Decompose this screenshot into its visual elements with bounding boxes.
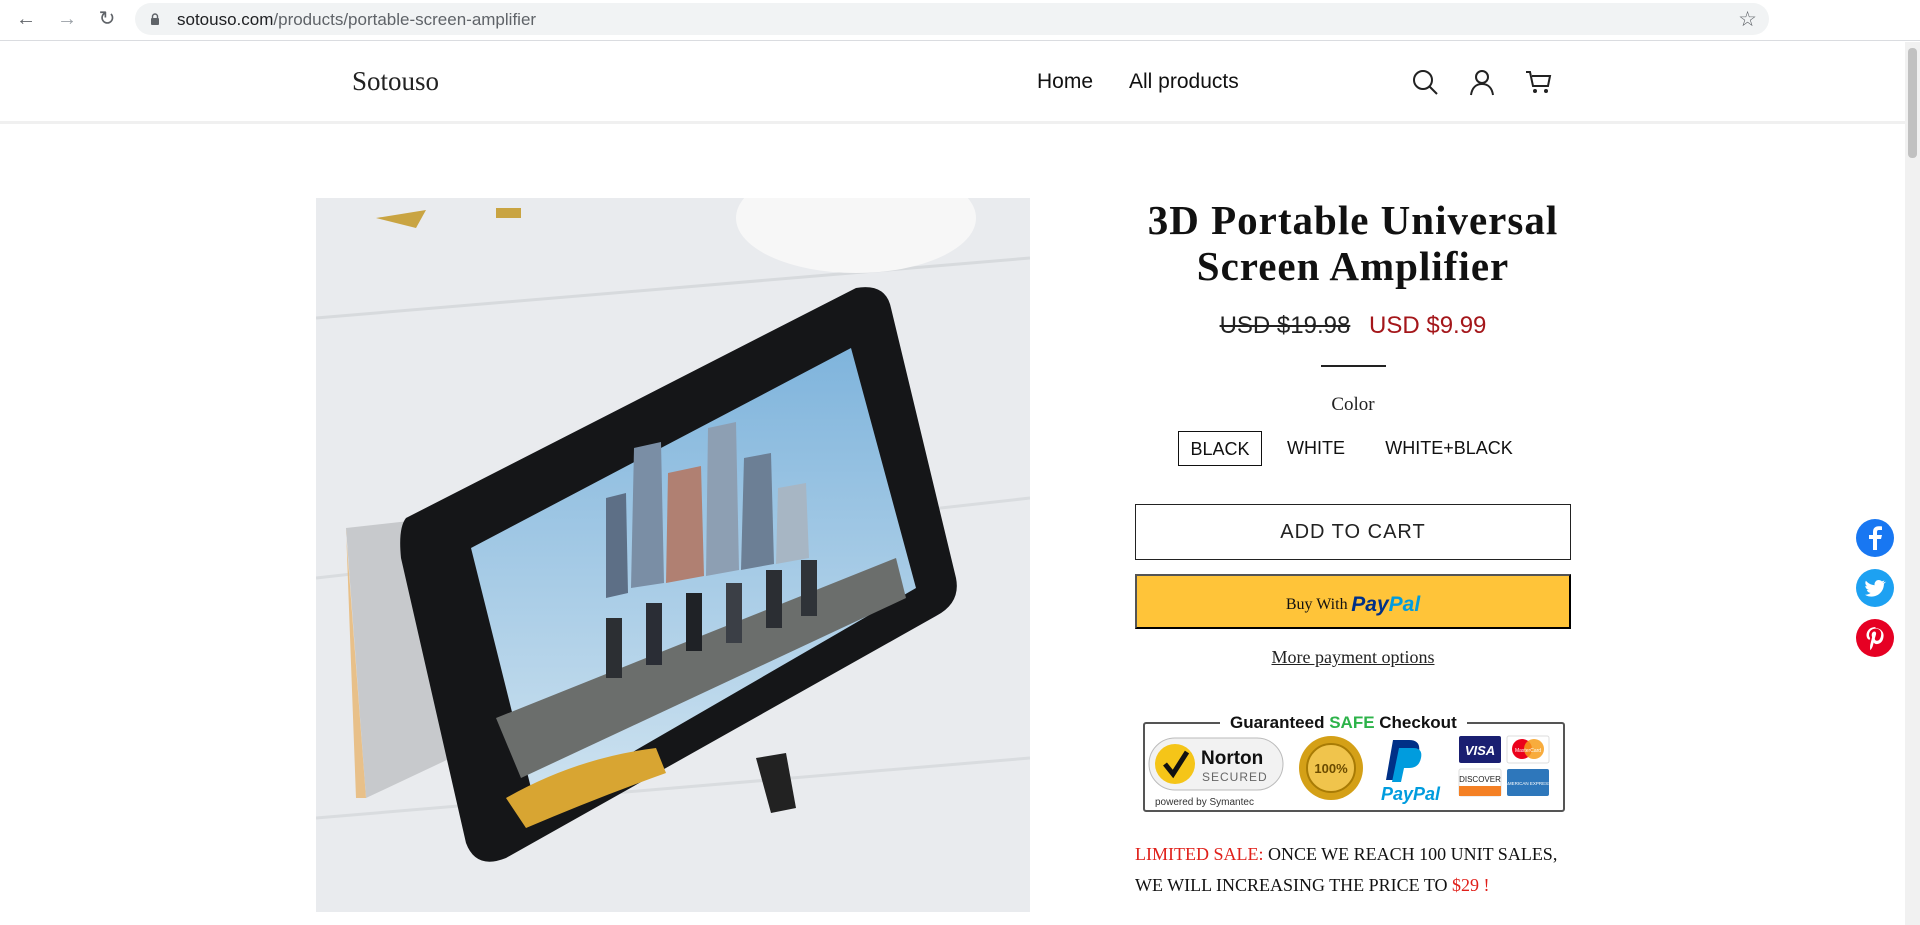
mastercard-text: MasterCard [1515,748,1541,754]
url-path: /products/portable-screen-amplifier [273,10,537,29]
limited-sale-price: $29 ! [1452,875,1490,895]
address-bar[interactable]: sotouso.com/products/portable-screen-amp… [135,3,1769,35]
search-icon[interactable] [1411,68,1439,96]
nav-link-home[interactable]: Home [1037,70,1093,94]
color-option-white-black[interactable]: WHITE+BLACK [1378,431,1520,466]
color-option-white[interactable]: WHITE [1280,431,1352,466]
page: Sotouso Home All products 3D Portable Un… [0,42,1905,925]
safe-checkout-prefix: Guaranteed [1230,713,1330,732]
safe-checkout-badge: Norton SECURED powered by Symantec 100% … [1143,722,1565,812]
url-text: sotouso.com/products/portable-screen-amp… [177,10,536,30]
price-divider [1321,365,1386,367]
safe-checkout-safe: SAFE [1329,713,1375,732]
price-sale: USD $9.99 [1369,312,1487,339]
product-image[interactable] [316,198,1030,912]
color-option-black[interactable]: BLACK [1178,431,1262,466]
color-label: Color [1331,394,1375,415]
visa-text: VISA [1465,743,1495,758]
paypal-logo-pay: Pay [1351,592,1389,616]
price-original: USD $19.98 [1219,312,1351,339]
paypal-logo-pal: Pal [1388,592,1421,616]
reload-icon[interactable]: ↻ [95,7,119,31]
scrollbar-thumb[interactable] [1908,48,1917,158]
forward-arrow-icon[interactable]: → [55,7,79,31]
add-to-cart-button[interactable]: ADD TO CART [1135,504,1571,560]
product-title: 3D Portable Universal Screen Amplifier [1147,197,1559,289]
account-icon[interactable] [1468,68,1496,96]
paypal-button-prefix: Buy With [1285,595,1348,613]
pinterest-icon[interactable] [1856,619,1894,657]
bookmark-star-icon[interactable]: ☆ [1738,7,1757,32]
url-domain: sotouso.com [177,10,274,29]
screen-amplifier-illustration [316,198,1030,912]
paypal-button[interactable]: Buy With PayPal [1135,574,1571,629]
safe-checkout-suffix: Checkout [1374,713,1457,732]
discover-text: DISCOVER [1459,775,1501,784]
paypal-badge-text: PayPal [1381,784,1441,804]
norton-secured-text: SECURED [1202,770,1268,784]
site-header: Sotouso Home All products [0,42,1905,124]
more-payment-options-link[interactable]: More payment options [1135,647,1571,668]
site-logo[interactable]: Sotouso [352,66,439,97]
safe-checkout-title: Guaranteed SAFE Checkout [1220,713,1467,733]
back-arrow-icon[interactable]: ← [14,7,38,31]
guarantee-text: 100% [1314,761,1348,776]
facebook-icon[interactable] [1856,519,1894,557]
browser-toolbar: ← → ↻ sotouso.com/products/portable-scre… [0,0,1920,41]
norton-symantec-text: powered by Symantec [1155,797,1254,808]
page-scrollbar[interactable] [1905,42,1920,925]
nav-link-all-products[interactable]: All products [1129,70,1239,94]
cart-icon[interactable] [1524,68,1552,96]
amex-text: AMERICAN EXPRESS [1505,781,1551,786]
twitter-icon[interactable] [1856,569,1894,607]
limited-sale-notice: LIMITED SALE: ONCE WE REACH 100 UNIT SAL… [1135,839,1575,901]
payment-badges: Norton SECURED powered by Symantec 100% … [1148,735,1551,808]
lock-icon [151,13,159,25]
limited-sale-label: LIMITED SALE: [1135,844,1264,864]
price-row: USD $19.98 USD $9.99 [1120,312,1586,340]
paypal-logo: PayPal [1351,593,1420,616]
norton-text: Norton [1201,748,1263,769]
